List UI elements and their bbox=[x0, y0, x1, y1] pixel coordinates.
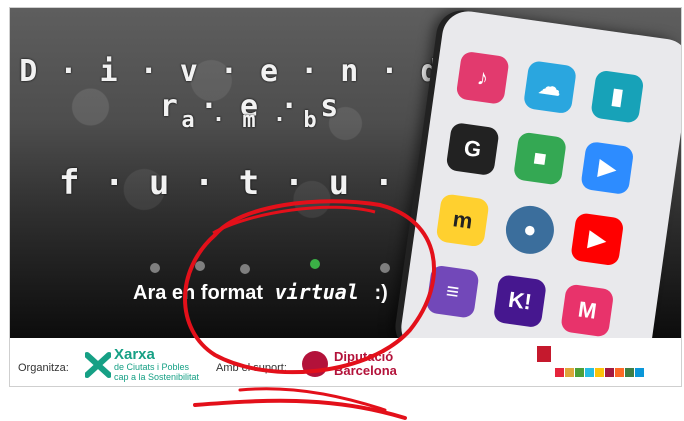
kahoot-like-icon[interactable]: ♪ bbox=[455, 50, 510, 105]
mentimeter-icon[interactable]: M bbox=[560, 283, 615, 338]
organizer-label: Organitza: bbox=[18, 362, 69, 374]
xarxa-subtitle: de Ciutats i Pobles cap a la Sostenibili… bbox=[114, 362, 199, 382]
tagline-emphasis: virtual bbox=[274, 280, 359, 304]
sponsor-footer: Organitza: Xarxa de Ciutats i Pobles cap… bbox=[10, 338, 681, 386]
background-photo: D · i · v · e · n · d · r · e · s a · m … bbox=[10, 8, 681, 385]
event-banner: D · i · v · e · n · d · r · e · s a · m … bbox=[9, 7, 682, 387]
diputacio-line-1: Diputació bbox=[334, 349, 394, 364]
sdg-icons bbox=[537, 346, 644, 377]
diputacio-name: Diputació Barcelona bbox=[334, 350, 397, 378]
diputacio-logo-icon bbox=[302, 351, 328, 377]
tagline-suffix: :) bbox=[374, 282, 388, 304]
smartphone: ♪ ☁ ▮ G ■ ▶ m ● ▶ ≡ K! M bbox=[397, 8, 681, 385]
tagline: Ara en format virtual :) bbox=[133, 280, 388, 305]
xarxa-subtitle-2: cap a la Sostenibilitat bbox=[114, 372, 200, 382]
forms-icon[interactable]: ≡ bbox=[425, 264, 480, 319]
support-label: Amb el suport: bbox=[216, 362, 287, 374]
zoom-icon[interactable]: ▶ bbox=[580, 140, 635, 196]
xarxa-logo-icon bbox=[85, 352, 111, 378]
xarxa-name: Xarxa bbox=[114, 346, 155, 363]
title-line-2: a · m · b bbox=[181, 108, 319, 133]
analytics-icon[interactable]: ▮ bbox=[590, 69, 645, 124]
kahoot-icon[interactable]: K! bbox=[492, 274, 548, 329]
tagline-prefix: Ara en format bbox=[133, 282, 264, 304]
diputacio-line-2: Barcelona bbox=[334, 363, 397, 378]
title-line-3: f · u · t · u · r bbox=[59, 163, 441, 203]
genially-icon[interactable]: G bbox=[445, 121, 500, 177]
youtube-icon[interactable]: ▶ bbox=[570, 212, 625, 267]
meet-icon[interactable]: ■ bbox=[512, 131, 568, 186]
anatomy-icon[interactable]: ☁ bbox=[522, 60, 578, 115]
earth-icon[interactable]: ● bbox=[502, 202, 558, 257]
miro-icon[interactable]: m bbox=[435, 193, 490, 248]
xarxa-subtitle-1: de Ciutats i Pobles bbox=[114, 362, 190, 372]
